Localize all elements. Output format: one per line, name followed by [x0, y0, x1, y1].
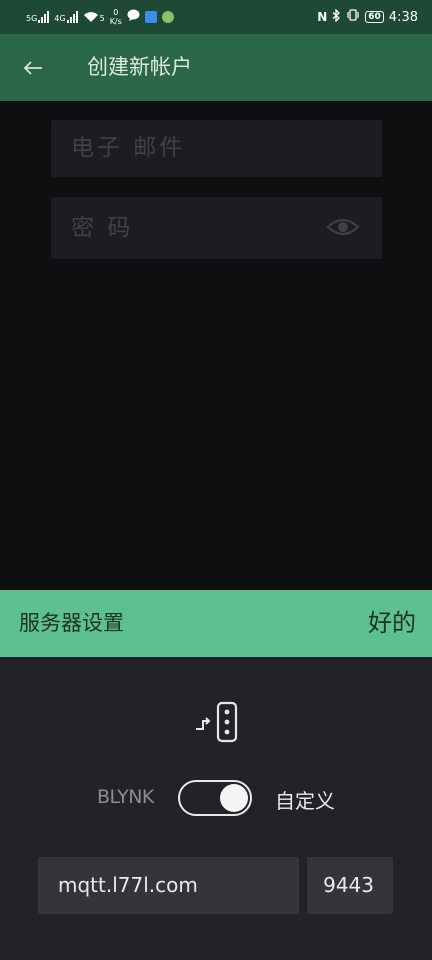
- server-settings-header: 服务器设置 好的: [0, 590, 432, 657]
- wifi-band: 5: [99, 14, 105, 23]
- network-speed: 0 K/s: [110, 8, 122, 26]
- bluetooth-icon: [332, 7, 341, 26]
- toggle-knob: [220, 784, 248, 812]
- status-bar-left: 5G 4G 5 0 K/s: [26, 8, 174, 26]
- wifi-icon: 5: [83, 11, 105, 23]
- nfc-icon: N: [317, 10, 328, 24]
- server-icon: [196, 701, 238, 743]
- speed-unit: K/s: [109, 17, 122, 26]
- weather-app-icon: [161, 11, 174, 23]
- ok-button[interactable]: 好的: [368, 590, 416, 657]
- vibrate-icon: [346, 9, 360, 25]
- clock: 4:38: [388, 9, 418, 25]
- email-field[interactable]: 电子 邮件: [51, 120, 382, 177]
- server-settings-title: 服务器设置: [19, 611, 124, 635]
- back-button[interactable]: [18, 53, 48, 83]
- sim2-signal-icon: 4G: [54, 11, 78, 23]
- server-type-toggle[interactable]: [178, 780, 252, 816]
- speed-value: 0: [113, 8, 119, 17]
- arrow-left-icon: [23, 61, 42, 75]
- battery-icon: 60: [365, 11, 384, 23]
- sim1-signal-icon: 5G: [26, 11, 50, 23]
- battery-level: 60: [368, 12, 381, 22]
- email-placeholder: 电子 邮件: [71, 135, 186, 161]
- sim2-network-type: 4G: [54, 14, 66, 23]
- password-field[interactable]: 密 码: [51, 197, 382, 259]
- cloud-app-icon: [144, 11, 157, 23]
- server-settings-sheet: BLYNK 自定义 mqtt.l77l.com 9443: [0, 657, 432, 960]
- message-icon: [127, 9, 140, 25]
- page-title: 创建新帐户: [87, 55, 192, 79]
- sim1-network-type: 5G: [26, 14, 38, 23]
- eye-icon[interactable]: [326, 216, 360, 238]
- server-host-input[interactable]: mqtt.l77l.com: [38, 857, 299, 914]
- app-bar: 创建新帐户: [0, 34, 432, 101]
- password-placeholder: 密 码: [71, 215, 134, 241]
- status-bar: 5G 4G 5 0 K/s N 60 4:38: [0, 0, 432, 34]
- status-bar-right: N 60 4:38: [317, 7, 418, 26]
- custom-server-label: 自定义: [275, 789, 335, 813]
- server-port-input[interactable]: 9443: [307, 857, 393, 914]
- blynk-server-label: BLYNK: [97, 786, 154, 808]
